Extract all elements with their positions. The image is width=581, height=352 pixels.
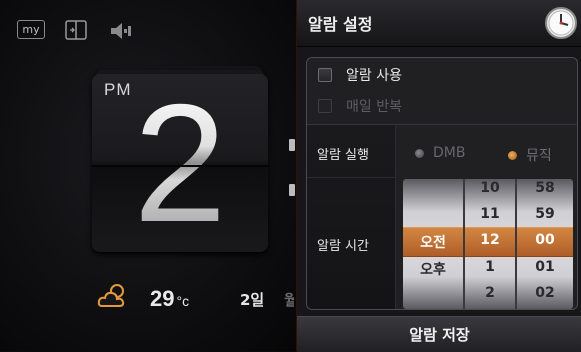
flip-clock: 2 PM: [92, 74, 268, 252]
picker-item-selected: 12: [480, 232, 500, 248]
temperature: 29 °c: [150, 286, 189, 312]
save-alarm-button[interactable]: 알람 저장: [297, 316, 581, 352]
clock-screen: my 2 PM 29 °c 2일 월: [0, 0, 296, 351]
panel-edge-mark: [289, 184, 295, 196]
speaker-icon[interactable]: [108, 20, 134, 42]
radio-dmb[interactable]: DMB: [415, 145, 465, 161]
panel-edge-mark: [289, 139, 295, 151]
use-alarm-label: 알람 사용: [346, 68, 402, 84]
radio-music[interactable]: 뮤직: [508, 145, 552, 165]
picker-item-selected: 오전: [420, 235, 446, 251]
picker-item: 02: [535, 285, 555, 301]
repeat-daily-label: 매일 반복: [346, 99, 402, 115]
picker-item: 1: [485, 259, 495, 275]
alarm-header: 알람 설정: [297, 0, 581, 47]
divider: [307, 177, 395, 178]
picker-ampm-column[interactable]: 오전 오후: [403, 179, 463, 309]
clock-icon[interactable]: [544, 6, 578, 40]
picker-item: 10: [480, 180, 500, 196]
clock-hour: 2: [92, 78, 268, 248]
alarm-options-box: 알람 사용 매일 반복 알람 실행 알람 시간 DMB 뮤직 오전 오후 10 …: [306, 57, 578, 310]
picker-item: 59: [535, 206, 555, 222]
radio-dot: [415, 148, 424, 158]
temperature-value: 29: [150, 286, 175, 311]
save-alarm-label: 알람 저장: [409, 326, 470, 344]
date-weekday-partial: 월: [284, 291, 294, 309]
radio-music-label: 뮤직: [526, 148, 552, 164]
picker-item: 01: [535, 259, 555, 275]
alarm-settings-panel: 알람 설정 알람 사용 매일 반복 알람 실행 알람 시간 DMB 뮤직 오전 …: [296, 0, 581, 352]
page-title: 알람 설정: [308, 15, 373, 34]
my-icon-label: my: [22, 23, 40, 36]
picker-item: 오후: [420, 262, 446, 278]
picker-item: 2: [485, 285, 495, 301]
radio-dot-selected: [508, 150, 517, 160]
picker-item: 11: [480, 206, 500, 222]
my-icon[interactable]: my: [17, 20, 45, 39]
repeat-daily-checkbox: [318, 99, 332, 113]
temperature-unit: °c: [176, 293, 190, 309]
flip-divider: [92, 165, 268, 167]
radio-dmb-label: DMB: [433, 145, 466, 161]
partly-cloudy-icon: [97, 282, 131, 310]
picker-item-selected: 00: [535, 232, 555, 248]
alarm-time-label: 알람 시간: [317, 239, 369, 254]
clock-ampm: PM: [104, 80, 132, 99]
repeat-daily-row: 매일 반복: [307, 91, 577, 121]
use-alarm-checkbox[interactable]: [318, 68, 332, 82]
picker-item: 58: [535, 180, 555, 196]
picker-minute-column[interactable]: 58 59 00 01 02: [517, 179, 573, 309]
app-switch-icon[interactable]: [65, 20, 87, 40]
picker-hour-column[interactable]: 10 11 12 1 2: [465, 179, 515, 309]
time-picker[interactable]: 오전 오후 10 11 12 1 2 58 59 00 01 02: [403, 179, 573, 309]
date-day: 2일: [240, 291, 265, 309]
use-alarm-row[interactable]: 알람 사용: [307, 60, 577, 90]
alarm-execute-label: 알람 실행: [317, 148, 369, 163]
